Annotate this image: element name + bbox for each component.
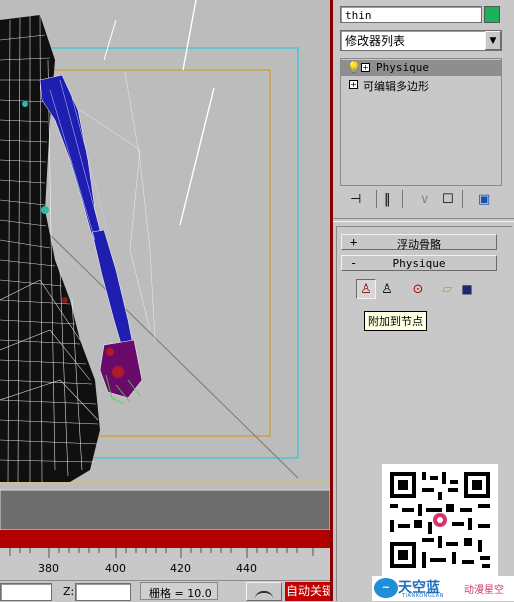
chevron-down-icon[interactable]: ▼ [485, 31, 501, 50]
brand-logo-icon: ~ [374, 578, 398, 598]
grid-display: 栅格 = 10.0 [140, 582, 218, 600]
save-file-button[interactable]: ■ [457, 279, 477, 299]
ruler-tick-label: 440 [236, 562, 257, 575]
qr-code-image [390, 472, 490, 568]
z-label: Z: [63, 585, 75, 598]
figure-icon: ♙ [381, 281, 393, 297]
rollout-title: Physique [392, 257, 446, 270]
expand-plus-icon[interactable]: + [349, 80, 358, 89]
brand-watermark: ~ 天空蓝 TIANKONGLAN 动漫星空 [372, 576, 514, 601]
show-end-result-icon[interactable]: ‖ [384, 192, 391, 207]
object-color-swatch[interactable] [484, 6, 500, 23]
open-file-button[interactable]: ▱ [437, 279, 457, 299]
folder-open-icon: ▱ [442, 281, 452, 297]
modifier-label: Physique [376, 61, 429, 74]
stack-toolbar: ⊣ ‖ ∨ ☐ ▣ [340, 190, 502, 212]
reinitialize-button[interactable]: ♙ [377, 279, 397, 299]
grid-label: 栅格 = 10.0 [149, 587, 212, 600]
status-bar: Z: 栅格 = 10.0 自动关键点 选定 [0, 580, 380, 602]
qr-code [382, 464, 498, 576]
object-name-field[interactable]: thin [340, 6, 482, 23]
modifier-list-label: 修改器列表 [345, 34, 406, 48]
z-coordinate-field[interactable] [75, 583, 131, 601]
key-icon [255, 591, 273, 599]
modifier-stack-item-physique[interactable]: 💡 + Physique [341, 60, 501, 76]
brand-subtitle: TIANKONGLAN [402, 593, 444, 599]
x-coordinate-field[interactable] [0, 583, 52, 601]
ruler-tick-label: 420 [170, 562, 191, 575]
calendar-clock-icon: ⊙ [412, 281, 424, 297]
configure-sets-icon[interactable]: ▣ [478, 192, 490, 207]
attach-to-node-button[interactable]: ♙ [356, 279, 376, 299]
track-bar[interactable]: 380 400 420 440 [0, 548, 330, 580]
rollout-physique[interactable]: - Physique [341, 255, 497, 271]
make-unique-icon[interactable]: ∨ [420, 192, 430, 207]
modifier-list-dropdown[interactable]: 修改器列表 ▼ [340, 30, 502, 51]
viewport-scene [0, 0, 330, 548]
modifier-label: 可编辑多边形 [363, 80, 429, 93]
ruler-tick-label: 380 [38, 562, 59, 575]
pin-stack-icon[interactable]: ⊣ [350, 192, 361, 207]
create-envelopes-button[interactable]: ⊙ [408, 279, 428, 299]
remove-modifier-icon[interactable]: ☐ [442, 192, 454, 207]
tooltip: 附加到节点 [364, 311, 427, 331]
brand-tagline: 动漫星空 [464, 585, 504, 596]
key-mode-button[interactable] [246, 582, 282, 601]
expand-plus-icon[interactable]: + [361, 63, 370, 72]
perspective-viewport[interactable] [0, 0, 330, 548]
rollout-title: 浮动骨骼 [397, 238, 441, 251]
modifier-stack-item-editable-poly[interactable]: + 可编辑多边形 [341, 77, 501, 93]
ruler-tick-label: 400 [105, 562, 126, 575]
modifier-stack: 💡 + Physique + 可编辑多边形 [340, 58, 502, 186]
floppy-disk-icon: ■ [461, 282, 473, 296]
rollout-float-bones[interactable]: + 浮动骨骼 [341, 234, 497, 251]
figure-attach-icon: ♙ [360, 281, 372, 297]
lightbulb-icon[interactable]: 💡 [347, 61, 361, 74]
